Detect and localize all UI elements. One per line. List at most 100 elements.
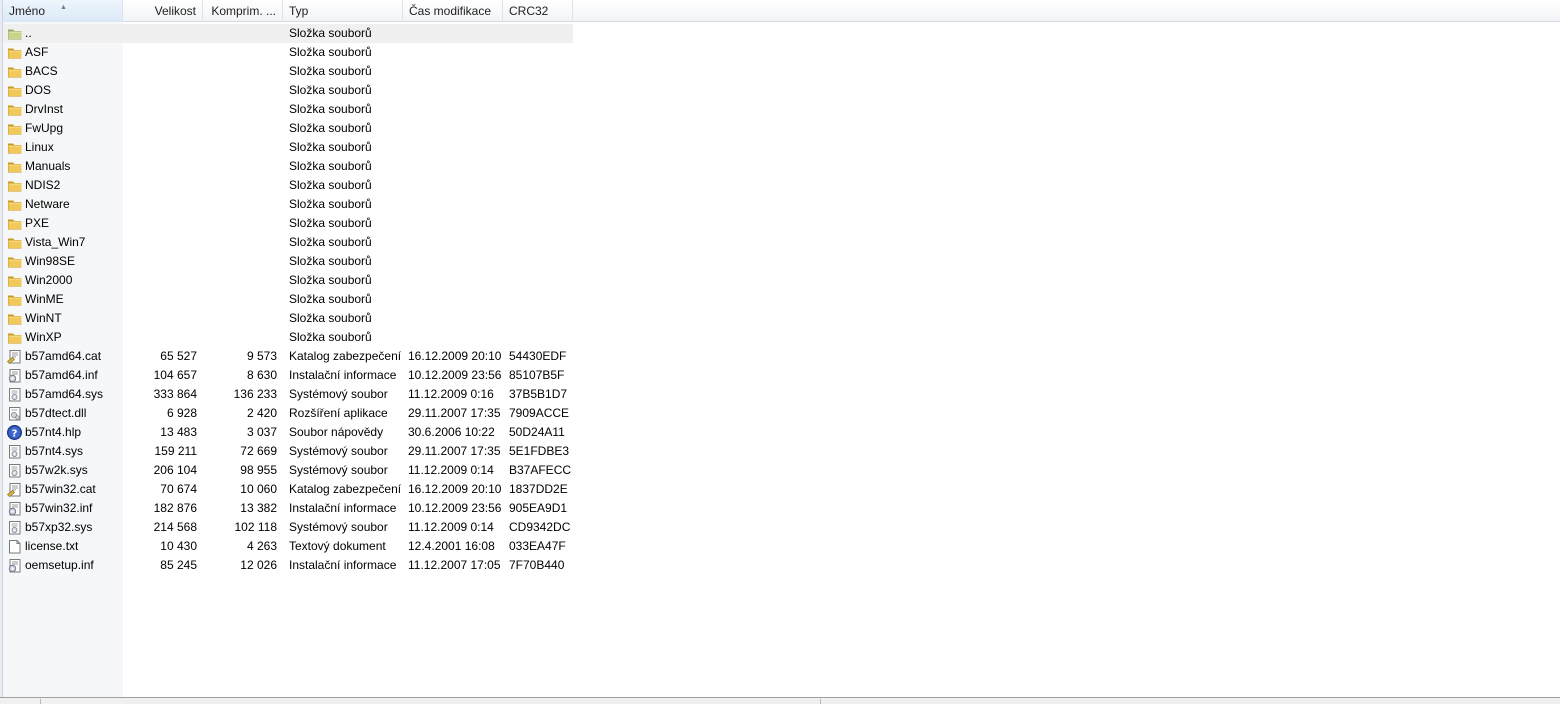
cell-name: b57nt4.sys bbox=[25, 444, 84, 458]
table-row[interactable]: DOS Složka souborů bbox=[3, 81, 573, 100]
column-header-name[interactable]: ▲ Jméno bbox=[3, 0, 123, 22]
cell-size bbox=[123, 195, 197, 214]
table-row[interactable]: ASF Složka souborů bbox=[3, 43, 573, 62]
cell-name: Linux bbox=[25, 140, 54, 154]
cell-crc bbox=[509, 24, 573, 43]
cell-name: b57dtect.dll bbox=[25, 406, 87, 420]
table-row[interactable]: DrvInst Složka souborů bbox=[3, 100, 573, 119]
cell-name: FwUpg bbox=[25, 121, 64, 135]
dll-file-icon bbox=[7, 406, 22, 421]
cell-name: Netware bbox=[25, 197, 70, 211]
table-row[interactable]: oemsetup.inf 85 245 12 026 Instalační infor… bbox=[3, 556, 573, 575]
table-row[interactable]: Win2000 Složka souborů bbox=[3, 271, 573, 290]
column-header-type[interactable]: Typ bbox=[283, 0, 403, 22]
cell-crc bbox=[509, 100, 573, 119]
system-file-icon bbox=[7, 387, 22, 402]
cell-size: 65 527 bbox=[160, 349, 197, 363]
table-row[interactable]: Manuals Složka souborů bbox=[3, 157, 573, 176]
table-row[interactable]: WinXP Složka souborů bbox=[3, 328, 573, 347]
cell-type: Složka souborů bbox=[289, 121, 372, 135]
cell-crc bbox=[509, 62, 573, 81]
cell-type: Složka souborů bbox=[289, 178, 372, 192]
table-row[interactable]: b57xp32.sys 214 568 102 118 Systémový soubo… bbox=[3, 518, 573, 537]
cell-type: Složka souborů bbox=[289, 197, 372, 211]
cell-compressed: 136 233 bbox=[233, 387, 277, 401]
cell-type: Složka souborů bbox=[289, 64, 372, 78]
cell-size bbox=[123, 233, 197, 252]
cell-crc: 85107B5F bbox=[509, 368, 565, 382]
column-header-compressed[interactable]: Komprim. ... bbox=[203, 0, 283, 22]
cell-crc: 1837DD2E bbox=[509, 482, 568, 496]
cell-size: 214 568 bbox=[153, 520, 197, 534]
cell-modified bbox=[408, 138, 506, 157]
table-row[interactable]: Win98SE Složka souborů bbox=[3, 252, 573, 271]
cell-type: Složka souborů bbox=[289, 26, 372, 40]
cell-compressed: 3 037 bbox=[246, 425, 277, 439]
cell-compressed: 10 060 bbox=[240, 482, 277, 496]
table-row[interactable]: ? b57nt4.hlp 13 483 3 037 Soubor nápovědy 30.… bbox=[3, 423, 573, 442]
table-row[interactable]: Netware Složka souborů bbox=[3, 195, 573, 214]
folder-icon bbox=[7, 254, 22, 269]
cell-modified: 11.12.2009 0:14 bbox=[408, 520, 494, 534]
cell-name: WinME bbox=[25, 292, 64, 306]
cell-crc: 905EA9D1 bbox=[509, 501, 568, 515]
table-row[interactable]: b57amd64.inf 104 657 8 630 Instalační infor… bbox=[3, 366, 573, 385]
table-row[interactable]: b57win32.inf 182 876 13 382 Instalační info… bbox=[3, 499, 573, 518]
cell-size bbox=[123, 309, 197, 328]
table-row[interactable]: WinME Složka souborů bbox=[3, 290, 573, 309]
table-row[interactable]: license.txt 10 430 4 263 Textový dokument 12… bbox=[3, 537, 573, 556]
cell-name: Manuals bbox=[25, 159, 71, 173]
table-row[interactable]: Linux Složka souborů bbox=[3, 138, 573, 157]
cell-size bbox=[123, 119, 197, 138]
folder-icon bbox=[7, 197, 22, 212]
table-row[interactable]: PXE Složka souborů bbox=[3, 214, 573, 233]
cell-type: Katalog zabezpečení bbox=[289, 349, 402, 363]
cell-modified: 10.12.2009 23:56 bbox=[408, 368, 502, 382]
table-row[interactable]: FwUpg Složka souborů bbox=[3, 119, 573, 138]
cell-size: 6 928 bbox=[166, 406, 197, 420]
column-header-modified[interactable]: Čas modifikace bbox=[403, 0, 503, 22]
column-header-compressed-label: Komprim. ... bbox=[211, 4, 276, 18]
cell-modified bbox=[408, 119, 506, 138]
setup-info-icon bbox=[7, 368, 22, 383]
cell-compressed bbox=[203, 100, 277, 119]
table-row[interactable]: BACS Složka souborů bbox=[3, 62, 573, 81]
cell-type: Složka souborů bbox=[289, 102, 372, 116]
column-header-size[interactable]: Velikost bbox=[123, 0, 203, 22]
column-header-crc[interactable]: CRC32 bbox=[503, 0, 573, 22]
table-row[interactable]: Vista_Win7 Složka souborů bbox=[3, 233, 573, 252]
cell-size: 70 674 bbox=[160, 482, 197, 496]
cell-modified bbox=[408, 81, 506, 100]
cell-modified bbox=[408, 176, 506, 195]
cell-modified bbox=[408, 328, 506, 347]
system-file-icon bbox=[7, 520, 22, 535]
table-row[interactable]: b57amd64.cat 65 527 9 573 Katalog zabezpeče… bbox=[3, 347, 573, 366]
status-bar bbox=[0, 697, 1560, 704]
cell-type: Soubor nápovědy bbox=[289, 425, 384, 439]
cell-type: Složka souborů bbox=[289, 216, 372, 230]
cell-crc bbox=[509, 271, 573, 290]
table-row[interactable]: b57dtect.dll 6 928 2 420 Rozšíření aplikace… bbox=[3, 404, 573, 423]
cell-size bbox=[123, 271, 197, 290]
table-row[interactable]: b57win32.cat 70 674 10 060 Katalog zabezpeč… bbox=[3, 480, 573, 499]
cell-compressed bbox=[203, 43, 277, 62]
cell-crc: 54430EDF bbox=[509, 349, 567, 363]
cell-modified bbox=[408, 252, 506, 271]
cell-size: 333 864 bbox=[153, 387, 197, 401]
table-row[interactable]: b57w2k.sys 206 104 98 955 Systémový soubor 1… bbox=[3, 461, 573, 480]
column-header-bar: ▲ Jméno Velikost Komprim. ... Typ Čas mo… bbox=[3, 0, 1560, 22]
table-row[interactable]: .. Složka souborů bbox=[3, 24, 573, 43]
cell-size bbox=[123, 214, 197, 233]
folder-icon bbox=[7, 216, 22, 231]
folder-icon bbox=[7, 121, 22, 136]
cell-type: Složka souborů bbox=[289, 330, 372, 344]
table-row[interactable]: b57nt4.sys 159 211 72 669 Systémový soubor 2… bbox=[3, 442, 573, 461]
cell-size: 159 211 bbox=[154, 444, 198, 458]
table-row[interactable]: NDIS2 Složka souborů bbox=[3, 176, 573, 195]
cell-compressed: 9 573 bbox=[246, 349, 277, 363]
archive-file-list-window: ▲ Jméno Velikost Komprim. ... Typ Čas mo… bbox=[0, 0, 1560, 704]
table-row[interactable]: b57amd64.sys 333 864 136 233 Systémový soub… bbox=[3, 385, 573, 404]
cell-type: Systémový soubor bbox=[289, 463, 388, 477]
table-row[interactable]: WinNT Složka souborů bbox=[3, 309, 573, 328]
cell-name: b57win32.inf bbox=[25, 501, 93, 515]
